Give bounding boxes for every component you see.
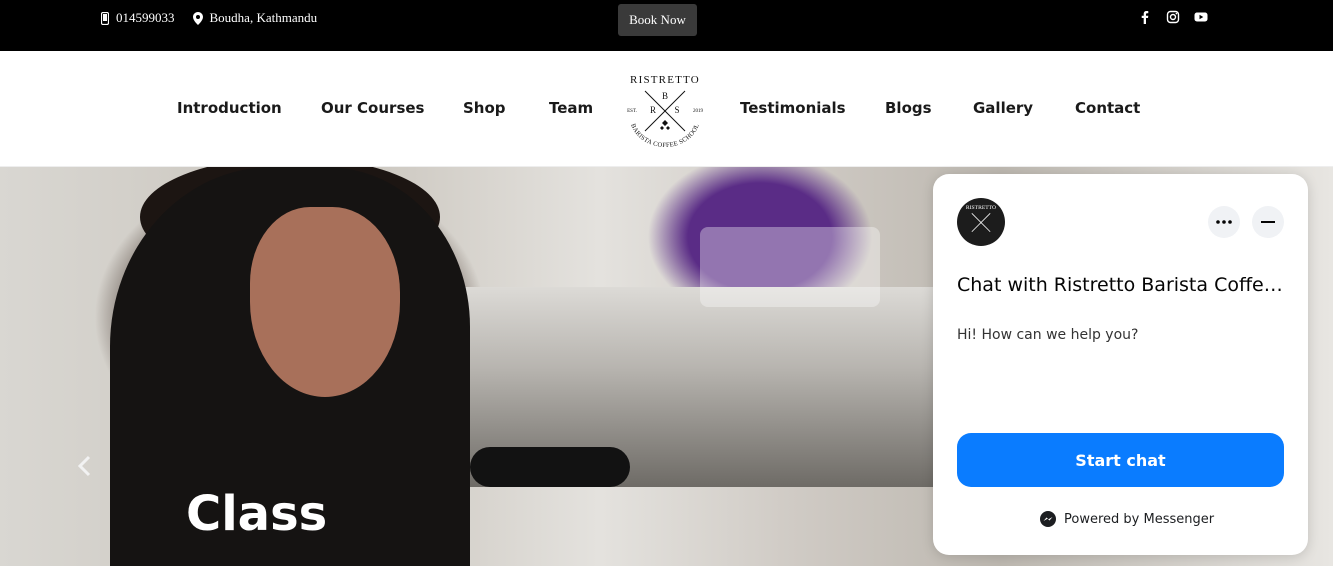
start-chat-button[interactable]: Start chat bbox=[957, 433, 1284, 487]
phone-icon bbox=[101, 11, 109, 25]
logo-letter-s: S bbox=[674, 105, 679, 115]
chevron-left-icon[interactable] bbox=[76, 455, 96, 479]
nav-introduction[interactable]: Introduction bbox=[177, 99, 282, 117]
chat-title: Chat with Ristretto Barista Coffee ... bbox=[957, 274, 1287, 296]
powered-by-text: Powered by Messenger bbox=[1064, 511, 1215, 527]
more-icon bbox=[1216, 220, 1232, 224]
main-nav: Introduction Our Courses Shop Team RISTR… bbox=[0, 51, 1333, 167]
nav-contact[interactable]: Contact bbox=[1075, 99, 1140, 117]
chat-greeting: Hi! How can we help you? bbox=[957, 327, 1139, 343]
messenger-icon bbox=[1040, 511, 1056, 527]
logo-letter-b: B bbox=[662, 91, 668, 101]
nav-testimonials[interactable]: Testimonials bbox=[740, 99, 846, 117]
logo-letter-r: R bbox=[650, 105, 656, 115]
avatar-logo-text: RISTRETTO bbox=[966, 205, 996, 211]
hero-image-face bbox=[250, 207, 400, 397]
logo-est: EST. bbox=[627, 109, 637, 114]
phone-item[interactable]: 014599033 bbox=[101, 10, 175, 26]
map-pin-icon bbox=[192, 11, 203, 25]
location-text: Boudha, Kathmandu bbox=[209, 10, 318, 25]
powered-by-messenger[interactable]: Powered by Messenger bbox=[1040, 511, 1214, 527]
book-now-button[interactable]: Book Now bbox=[618, 4, 697, 36]
nav-shop[interactable]: Shop bbox=[463, 99, 506, 117]
instagram-icon[interactable] bbox=[1166, 10, 1180, 24]
hero-image-portafilter bbox=[470, 447, 630, 487]
hero-title: Class bbox=[186, 486, 328, 542]
facebook-icon[interactable] bbox=[1138, 10, 1152, 24]
more-options-button[interactable] bbox=[1208, 206, 1240, 238]
social-links bbox=[1138, 10, 1208, 24]
logo-bottom-text: BARISTA COFFEE SCHOOL bbox=[629, 123, 700, 149]
minimize-icon bbox=[1261, 221, 1275, 223]
minimize-button[interactable] bbox=[1252, 206, 1284, 238]
page-avatar: RISTRETTO bbox=[957, 198, 1005, 246]
messenger-chat-widget: RISTRETTO Chat with Ristretto Barista Co… bbox=[933, 174, 1308, 555]
site-logo[interactable]: RISTRETTO B R S EST. 2019 BARISTA COFFEE… bbox=[622, 71, 708, 149]
nav-team[interactable]: Team bbox=[549, 99, 593, 117]
nav-blogs[interactable]: Blogs bbox=[885, 99, 932, 117]
phone-number: 014599033 bbox=[116, 10, 175, 25]
contact-info: 014599033 Boudha, Kathmandu bbox=[101, 10, 317, 26]
logo-top-text: RISTRETTO bbox=[630, 74, 700, 86]
top-bar: 014599033 Boudha, Kathmandu Book Now bbox=[0, 0, 1333, 51]
nav-gallery[interactable]: Gallery bbox=[973, 99, 1033, 117]
location-item[interactable]: Boudha, Kathmandu bbox=[192, 10, 318, 26]
svg-text:BARISTA COFFEE SCHOOL: BARISTA COFFEE SCHOOL bbox=[629, 123, 701, 149]
logo-year: 2019 bbox=[693, 109, 704, 114]
youtube-icon[interactable] bbox=[1194, 10, 1208, 24]
hero-image-cups bbox=[700, 227, 880, 307]
nav-our-courses[interactable]: Our Courses bbox=[321, 99, 424, 117]
